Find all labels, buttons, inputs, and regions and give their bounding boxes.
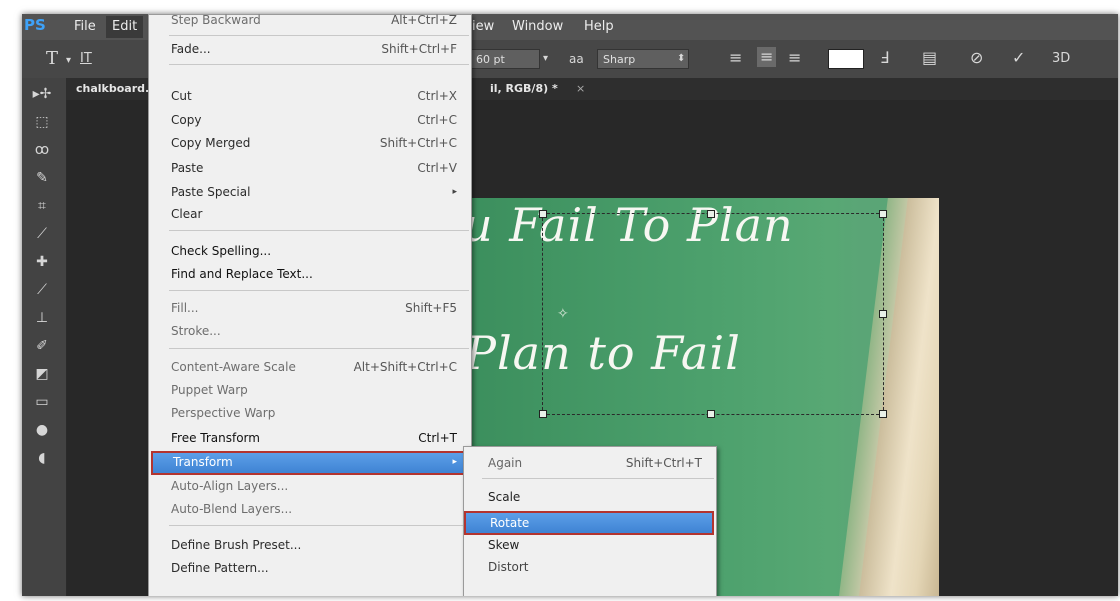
transform-handle[interactable]	[879, 310, 887, 318]
move-tool-icon[interactable]: ▸✢	[30, 84, 54, 104]
cancel-icon[interactable]: ⊘	[970, 49, 983, 67]
menu-separator	[169, 64, 469, 65]
menu-separator	[169, 348, 469, 349]
menu-help[interactable]: Help	[584, 19, 614, 34]
align-right-icon[interactable]: ≡	[788, 49, 801, 67]
transform-handle[interactable]	[707, 210, 715, 218]
font-size-dropdown-icon[interactable]: ▾	[543, 50, 548, 68]
quick-select-tool-icon[interactable]: ✎	[30, 168, 54, 188]
align-center-icon[interactable]: ≡	[757, 47, 777, 67]
menu-file[interactable]: File	[74, 19, 96, 34]
antialias-select[interactable]: Sharp	[597, 49, 689, 69]
submenu-item-scale[interactable]: Scale	[488, 487, 702, 507]
close-tab-icon[interactable]: ×	[576, 78, 585, 100]
type-tool-icon[interactable]: T	[46, 50, 58, 68]
gradient-tool-icon[interactable]: ▭	[30, 392, 54, 412]
antialias-icon: aa	[569, 52, 584, 66]
commit-icon[interactable]: ✓	[1012, 49, 1025, 67]
transform-handle[interactable]	[707, 410, 715, 418]
menu-item-paste[interactable]: Paste Ctrl+V	[171, 159, 457, 177]
font-size-field[interactable]: 60 pt	[470, 49, 540, 69]
reference-point-icon[interactable]: ✧	[557, 306, 569, 322]
edit-menu-dropdown: Step Backward Alt+Ctrl+Z Fade... Shift+Ctr…	[148, 14, 472, 596]
menu-item-stroke[interactable]: Stroke...	[171, 322, 457, 340]
menu-item-perspective-warp[interactable]: Perspective Warp	[171, 404, 457, 422]
menu-item-step-backward[interactable]: Step Backward Alt+Ctrl+Z	[171, 14, 457, 29]
menu-item-check-spelling[interactable]: Check Spelling...	[171, 242, 457, 260]
menu-separator	[482, 478, 714, 479]
warp-text-icon[interactable]: Ⅎ	[880, 49, 889, 67]
submenu-item-again[interactable]: Again Shift+Ctrl+T	[488, 453, 702, 473]
menu-separator	[169, 230, 469, 231]
menu-item-free-transform[interactable]: Free Transform Ctrl+T	[171, 429, 457, 447]
3d-icon[interactable]: 3D	[1052, 50, 1070, 68]
menu-item-define-pattern[interactable]: Define Pattern...	[171, 559, 457, 577]
healing-brush-tool-icon[interactable]: ✚	[30, 252, 54, 272]
history-brush-tool-icon[interactable]: ✐	[30, 336, 54, 356]
menu-item-copy[interactable]: Copy Ctrl+C	[171, 111, 457, 129]
transform-handle[interactable]	[539, 410, 547, 418]
transform-handle[interactable]	[879, 210, 887, 218]
transform-handle[interactable]	[539, 210, 547, 218]
menu-item-auto-blend-layers[interactable]: Auto-Blend Layers...	[171, 500, 457, 518]
submenu-item-rotate[interactable]: Rotate	[464, 511, 714, 535]
blur-tool-icon[interactable]: ●	[30, 420, 54, 440]
crop-tool-icon[interactable]: ⌗	[30, 196, 54, 216]
menu-item-fade[interactable]: Fade... Shift+Ctrl+F	[171, 40, 457, 58]
menu-item-clear[interactable]: Clear	[171, 205, 457, 223]
menu-item-content-aware-scale[interactable]: Content-Aware Scale Alt+Shift+Ctrl+C	[171, 358, 457, 376]
menu-separator	[169, 290, 469, 291]
menu-item-transform[interactable]: Transform ▸	[151, 451, 465, 475]
eraser-tool-icon[interactable]: ◩	[30, 364, 54, 384]
menu-item-puppet-warp[interactable]: Puppet Warp	[171, 381, 457, 399]
menu-item-find-replace[interactable]: Find and Replace Text...	[171, 265, 457, 283]
menu-item-define-brush-preset[interactable]: Define Brush Preset...	[171, 536, 457, 554]
menu-view[interactable]: iew	[472, 19, 494, 34]
transform-handle[interactable]	[879, 410, 887, 418]
text-bounding-box[interactable]: ✧	[539, 210, 887, 418]
brush-tool-icon[interactable]: ⟋	[30, 280, 54, 300]
chevron-down-icon[interactable]: ▾	[66, 52, 71, 70]
character-panel-icon[interactable]: ▤	[922, 49, 937, 67]
menu-item-paste-special[interactable]: Paste Special ▸	[171, 183, 457, 201]
document-tab-title[interactable]: il, RGB/8) *	[490, 78, 558, 100]
lasso-tool-icon[interactable]: ꝏ	[30, 140, 54, 160]
dodge-tool-icon[interactable]: ◖	[30, 448, 54, 468]
menu-item-fill[interactable]: Fill... Shift+F5	[171, 299, 457, 317]
document-tab-chalkboard[interactable]: chalkboard.	[76, 78, 149, 100]
transform-submenu: Again Shift+Ctrl+T Scale Rotate Skew Dist…	[463, 446, 717, 596]
photoshop-logo: PS	[24, 16, 46, 34]
photoshop-window: PS File Edit iew Window Help T ▾ IT 60 p…	[22, 14, 1118, 596]
menu-edit[interactable]: Edit	[106, 16, 144, 38]
tools-panel: ▸✢ ⬚ ꝏ ✎ ⌗ ⟋ ✚ ⟋ ⊥ ✐ ◩ ▭ ● ◖	[22, 78, 67, 596]
eyedropper-tool-icon[interactable]: ⟋	[30, 224, 54, 244]
submenu-item-skew[interactable]: Skew	[488, 535, 702, 555]
align-left-icon[interactable]: ≡	[729, 49, 742, 67]
text-color-swatch[interactable]	[828, 49, 864, 69]
menu-item-cut[interactable]: Cut Ctrl+X	[171, 87, 457, 105]
menu-separator	[169, 525, 469, 526]
marquee-tool-icon[interactable]: ⬚	[30, 112, 54, 132]
select-arrows-icon: ⬍	[677, 53, 686, 64]
submenu-item-distort[interactable]: Distort	[488, 557, 702, 577]
menu-separator	[169, 35, 469, 36]
text-orientation-icon[interactable]: IT	[80, 50, 92, 68]
menu-item-copy-merged[interactable]: Copy Merged Shift+Ctrl+C	[171, 134, 457, 152]
menu-item-auto-align-layers[interactable]: Auto-Align Layers...	[171, 477, 457, 495]
menu-window[interactable]: Window	[512, 19, 563, 34]
clone-stamp-tool-icon[interactable]: ⊥	[30, 308, 54, 328]
